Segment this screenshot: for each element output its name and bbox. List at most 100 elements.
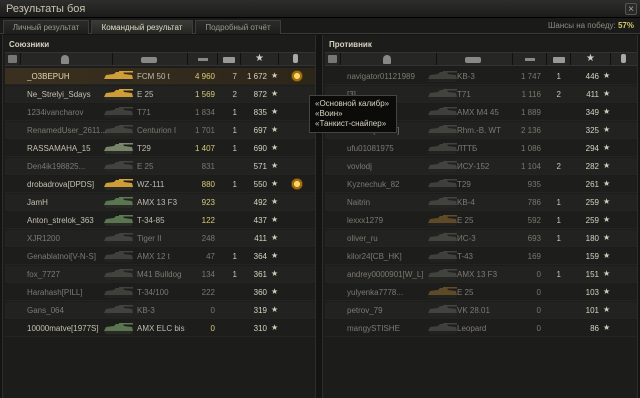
player-name[interactable]: navigator01121989 [347,72,433,81]
player-row[interactable]: lexxx1279 E 25 592 1 259 ★ [325,212,637,229]
medal-icon[interactable] [291,178,303,190]
player-row[interactable]: fox_7727 M41 Bulldog 134 1 361 ★ [5,266,315,283]
player-row[interactable]: vovlodj ИСУ-152 1 104 2 282 ★ [325,158,637,175]
player-name[interactable]: Kyznechuk_82 [347,180,433,189]
destroyed-tank-icon [223,57,235,63]
damage-value: 122 [201,216,215,225]
player-row[interactable]: XJR1200 Tiger II 248 411 ★ [5,230,315,247]
vehicle-name: T71 [137,108,151,117]
damage-value: 935 [527,180,541,189]
player-row[interactable]: Ne_Strelyi_Sdays E 25 1 569 2 872 ★ [5,86,315,103]
player-row[interactable]: _O3BEPUH FCM 50 t4 960 7 1 672 ★ [5,68,315,85]
header-frags[interactable] [218,53,241,65]
allies-title: Союзники [9,40,50,49]
player-row[interactable]: 10000matve[1977S] AMX ELC bis 0 310 ★ [5,320,315,337]
player-row[interactable]: andrey0000901[W_L] AMX 13 F3 0 1 151 ★ [325,266,637,283]
vehicle-name: KB-3 [137,306,155,315]
player-row[interactable]: petrov_79 VK 28.01 0 101 ★ [325,302,637,319]
star-icon: ★ [271,179,279,188]
player-name[interactable]: yulyenka7778... [347,288,433,297]
player-row[interactable]: mangySTISHE Leopard 0 86 ★ [325,320,637,337]
header-platoon[interactable] [325,53,341,65]
player-row[interactable]: Gans_064 KB-3 0 319 ★ [5,302,315,319]
xp-value: 690 [253,144,267,153]
star-icon: ★ [603,143,611,152]
tab-team-result[interactable]: Командный результат [91,20,193,34]
player-row[interactable]: Genablatnoi[V-N-S] AMX 12 t 47 1 364 ★ [5,248,315,265]
player-name[interactable]: andrey0000901[W_L] [347,270,433,279]
win-chance: Шансы на победу: 57% [548,21,634,30]
damage-value: 169 [527,252,541,261]
player-row[interactable]: 1234ivancharov T71 1 834 1 835 ★ [5,104,315,121]
player-row[interactable]: Anton_strelok_363 T-34-85 122 437 ★ [5,212,315,229]
header-frags[interactable] [547,53,571,65]
xp-value: 282 [585,162,599,171]
vehicle-icon [101,123,135,137]
player-row[interactable]: Naitrin KB-4 786 1 259 ★ [325,194,637,211]
player-name[interactable]: oliver_ru [347,234,433,243]
header-vehicle[interactable] [113,53,188,65]
player-row[interactable]: oliver_ru ИС-3 693 1 180 ★ [325,230,637,247]
star-icon: ★ [271,251,279,260]
medal-icon[interactable] [291,70,303,82]
star-icon: ★ [603,107,611,116]
vehicle-icon [101,159,135,173]
player-row[interactable]: drobadrova[DPDS] WZ-111 880 1 550 ★ [5,176,315,193]
player-row[interactable]: Den4ik198825... E 25 831 571 ★ [5,158,315,175]
close-button[interactable]: × [625,3,637,15]
player-name[interactable]: vovlodj [347,162,433,171]
vehicle-name: T-43 [457,252,474,261]
player-row[interactable]: ufu01081975 ЛТТБ 1 086 294 ★ [325,140,637,157]
xp-value: 1 672 [246,72,267,81]
tank-icon [141,57,157,63]
player-name[interactable]: petrov_79 [347,306,433,315]
header-vehicle[interactable] [437,53,513,65]
damage-value: 222 [201,288,215,297]
player-row[interactable]: RenamedUser_2611... Centurion I1 701 1 697 ★ [5,122,315,139]
player-name[interactable]: kilor24[CB_HK] [347,252,433,261]
frags-value: 1 [556,270,561,279]
xp-value: 259 [585,198,599,207]
player-row[interactable]: Harahash[PILL] T-34/100 222 360 ★ [5,284,315,301]
xp-value: 571 [253,162,267,171]
header-xp[interactable]: ★ [241,53,279,65]
star-icon: ★ [603,161,611,170]
player-name[interactable]: Naitrin [347,198,433,207]
player-name[interactable]: lexxx1279 [347,216,433,225]
vehicle-icon [425,141,459,155]
vehicle-name: AMX ELC bis [137,324,185,333]
frags-value: 2 [232,90,237,99]
person-icon [383,55,391,64]
vehicle-icon [101,87,135,101]
tab-detailed-report[interactable]: Подробный отчёт [195,20,281,34]
player-row[interactable]: navigator01121989 KB-3 1 747 1 446 ★ [325,68,637,85]
frags-value: 1 [232,270,237,279]
xp-value: 319 [253,306,267,315]
vehicle-name: T-34/100 [137,288,169,297]
frags-value: 1 [232,126,237,135]
vehicle-icon [425,321,459,335]
header-damage[interactable] [513,53,547,65]
player-row[interactable]: JamH AMX 13 F3 923 492 ★ [5,194,315,211]
vehicle-icon [425,105,459,119]
header-platoon[interactable] [5,53,21,65]
tab-personal-result[interactable]: Личный результат [3,20,89,34]
player-row[interactable]: kilor24[CB_HK] T-43 169 159 ★ [325,248,637,265]
player-row[interactable]: yulyenka7778... E 25 0 103 ★ [325,284,637,301]
header-player[interactable] [21,53,113,65]
damage-value: 1 889 [520,108,541,117]
player-row[interactable]: RASSAMAHA_15 T29 1 407 1 690 ★ [5,140,315,157]
player-name[interactable]: ufu01081975 [347,144,433,153]
header-player[interactable] [341,53,437,65]
xp-value: 180 [585,234,599,243]
vehicle-icon [425,249,459,263]
medal-icon [293,54,298,63]
header-damage[interactable] [188,53,218,65]
header-awards[interactable] [279,53,315,65]
header-xp[interactable]: ★ [571,53,611,65]
star-icon: ★ [603,323,611,332]
shell-icon [525,58,535,61]
player-row[interactable]: Kyznechuk_82 T29 935 261 ★ [325,176,637,193]
header-awards[interactable] [611,53,637,65]
player-name[interactable]: mangySTISHE [347,324,433,333]
